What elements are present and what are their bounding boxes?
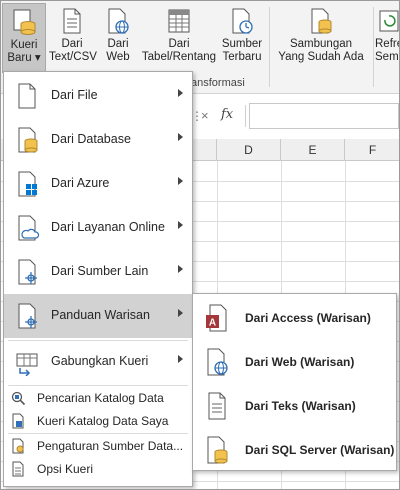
excel-window: Kueri Baru ▾ Dari Text/CSV Dari Web Dari…	[0, 0, 400, 490]
new-query-icon	[13, 9, 36, 35]
menu-item-from-file[interactable]: Dari File	[4, 74, 192, 118]
text-file-icon	[63, 8, 81, 34]
recent-sources-label-2: Terbaru	[222, 51, 262, 63]
refresh-label-2: Semu	[375, 51, 399, 63]
menu-item-data-catalog-search[interactable]: Pencarian Katalog Data	[4, 387, 192, 409]
file-icon	[18, 83, 36, 109]
recent-sources-icon	[232, 8, 253, 34]
existing-connections-button[interactable]: Sambungan Yang Sudah Ada	[273, 3, 369, 73]
menu-item-legacy-wizards[interactable]: Panduan Warisan	[4, 294, 192, 338]
azure-icon	[18, 171, 37, 197]
menu-item-label: Dari Azure	[51, 176, 110, 190]
refresh-all-button[interactable]: Refre Semu	[375, 3, 399, 73]
existing-connections-icon	[311, 8, 332, 34]
menu-item-my-catalog-queries[interactable]: Kueri Katalog Data Saya	[4, 410, 192, 432]
menu-item-label: Dari Sumber Lain	[51, 264, 149, 278]
table-icon	[168, 9, 190, 33]
menu-item-label: Kueri Katalog Data Saya	[37, 414, 169, 428]
ribbon-group-label: ansformasi	[191, 77, 245, 89]
from-text-csv-label-1: Dari	[61, 38, 83, 50]
formula-bar-separator	[245, 105, 246, 127]
new-query-label-1: Kueri	[10, 39, 38, 51]
from-table-range-button[interactable]: Dari Tabel/Rentang	[141, 3, 217, 73]
recent-sources-label-1: Sumber	[221, 38, 263, 50]
insert-function-button[interactable]: fx	[221, 107, 233, 122]
menu-separator	[8, 385, 188, 386]
database-icon	[18, 127, 38, 153]
submenu-item-label: Dari SQL Server (Warisan)	[245, 443, 395, 457]
submenu-arrow-icon	[178, 309, 183, 317]
cloud-icon	[18, 215, 40, 241]
menu-item-from-azure[interactable]: Dari Azure	[4, 162, 192, 206]
submenu-arrow-icon	[178, 355, 183, 363]
submenu-arrow-icon	[178, 133, 183, 141]
text-legacy-icon	[208, 392, 226, 420]
submenu-arrow-icon	[178, 265, 183, 273]
submenu-arrow-icon	[178, 89, 183, 97]
from-table-label-1: Dari	[168, 38, 190, 50]
menu-item-label: Gabungkan Kueri	[51, 354, 149, 368]
menu-item-label: Pengaturan Sumber Data...	[37, 439, 184, 453]
menu-item-label: Opsi Kueri	[37, 462, 94, 476]
submenu-item-label: Dari Web (Warisan)	[245, 355, 355, 369]
menu-item-data-source-settings[interactable]: Pengaturan Sumber Data...	[4, 435, 192, 457]
from-table-label-2: Tabel/Rentang	[141, 51, 217, 63]
column-header-e[interactable]: E	[281, 139, 345, 161]
submenu-item-from-text[interactable]: Dari Teks (Warisan)	[193, 384, 396, 428]
from-text-csv-label-2: Text/CSV	[49, 51, 97, 63]
data-source-settings-icon	[12, 438, 24, 454]
menu-item-label: Panduan Warisan	[51, 308, 150, 322]
legacy-wizards-submenu: A Dari Access (Warisan) Dari Web (Warisa…	[192, 293, 397, 471]
from-web-label-1: Dari	[107, 38, 129, 50]
formula-input[interactable]	[249, 103, 399, 129]
new-query-menu: Dari File Dari Database Dari Azure Dari …	[3, 71, 193, 487]
combine-queries-icon	[16, 353, 38, 376]
refresh-all-icon	[379, 10, 399, 32]
submenu-item-label: Dari Teks (Warisan)	[245, 399, 356, 413]
from-web-button[interactable]: Dari Web	[99, 3, 137, 73]
submenu-item-label: Dari Access (Warisan)	[245, 311, 371, 325]
column-header-f[interactable]: F	[345, 139, 399, 161]
ribbon-separator	[269, 7, 270, 87]
cancel-entry-button[interactable]: ×	[201, 108, 209, 123]
new-query-button[interactable]: Kueri Baru ▾	[2, 3, 46, 73]
refresh-label-1: Refre	[375, 38, 399, 50]
sql-server-icon	[207, 436, 228, 464]
other-sources-icon	[18, 259, 37, 285]
from-text-csv-button[interactable]: Dari Text/CSV	[49, 3, 97, 73]
column-header-d[interactable]: D	[217, 139, 281, 161]
existing-connections-label-1: Sambungan	[289, 38, 353, 50]
menu-item-query-options[interactable]: Opsi Kueri	[4, 458, 192, 480]
query-options-icon	[12, 461, 24, 477]
web-legacy-icon	[207, 348, 228, 376]
existing-connections-label-2: Yang Sudah Ada	[278, 51, 364, 63]
submenu-arrow-icon	[178, 221, 183, 229]
submenu-item-from-web[interactable]: Dari Web (Warisan)	[193, 340, 396, 384]
menu-item-label: Dari Database	[51, 132, 131, 146]
menu-item-from-online-services[interactable]: Dari Layanan Online	[4, 206, 192, 250]
menu-item-label: Dari File	[51, 88, 98, 102]
menu-item-from-other-sources[interactable]: Dari Sumber Lain	[4, 250, 192, 294]
access-icon: A	[206, 304, 227, 332]
menu-item-from-database[interactable]: Dari Database	[4, 118, 192, 162]
from-web-label-2: Web	[106, 51, 130, 63]
new-query-label-2: Baru ▾	[7, 52, 41, 64]
submenu-item-from-sql-server[interactable]: Dari SQL Server (Warisan)	[193, 428, 396, 472]
menu-separator	[8, 433, 188, 434]
ribbon-separator	[373, 7, 374, 87]
submenu-item-from-access[interactable]: A Dari Access (Warisan)	[193, 296, 396, 340]
my-catalog-queries-icon	[12, 413, 24, 429]
menu-item-label: Pencarian Katalog Data	[37, 391, 164, 405]
legacy-wizard-icon	[18, 303, 37, 329]
menu-item-label: Dari Layanan Online	[51, 220, 165, 234]
web-globe-icon	[108, 8, 129, 34]
catalog-search-icon	[11, 391, 26, 406]
svg-text:A: A	[209, 318, 216, 329]
menu-item-combine-queries[interactable]: Gabungkan Kueri	[4, 340, 192, 384]
recent-sources-button[interactable]: Sumber Terbaru	[219, 3, 265, 73]
submenu-arrow-icon	[178, 177, 183, 185]
